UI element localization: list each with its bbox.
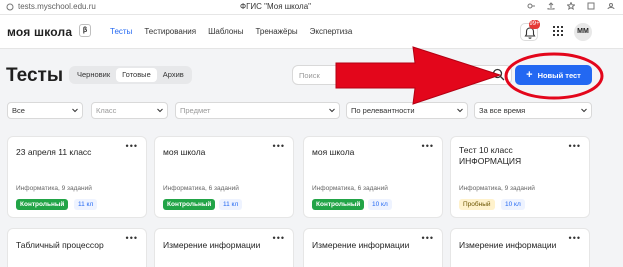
main-nav: Тесты Тестирования Шаблоны Тренажёры Экс…: [110, 27, 352, 36]
grade-badge: 10 кл: [368, 199, 392, 210]
nav-expertise[interactable]: Экспертиза: [310, 27, 353, 36]
logo[interactable]: моя школа: [7, 25, 72, 39]
more-icon[interactable]: •••: [273, 141, 285, 151]
grade-badge: 11 кл: [219, 199, 243, 210]
address-area[interactable]: tests.myschool.edu.ru: [6, 2, 96, 11]
card-title: Измерение информации: [163, 240, 261, 250]
status-segmented-control: Черновик Готовые Архив: [69, 66, 192, 84]
card-title: моя школа: [163, 147, 206, 157]
grade-badge: 11 кл: [74, 199, 98, 210]
filter-period[interactable]: За все время: [474, 102, 592, 119]
filter-all-label: Все: [12, 106, 25, 115]
segment-archive[interactable]: Архив: [157, 68, 190, 82]
profile-icon[interactable]: [607, 2, 615, 10]
test-card[interactable]: моя школа ••• Информатика, 6 заданий Кон…: [154, 136, 294, 218]
more-icon[interactable]: •••: [569, 141, 581, 151]
test-card[interactable]: моя школа ••• Информатика, 6 заданий Кон…: [303, 136, 443, 218]
test-card[interactable]: Измерение информации •••: [303, 228, 443, 267]
chevron-down-icon: [581, 108, 587, 113]
chevron-down-icon: [329, 108, 335, 113]
more-icon[interactable]: •••: [422, 233, 434, 243]
share-icon[interactable]: [547, 2, 555, 10]
filter-subject[interactable]: Предмет: [175, 102, 340, 119]
browser-bar: tests.myschool.edu.ru ФГИС "Моя школа": [0, 0, 623, 15]
app-header: моя школа β Тесты Тестирования Шаблоны Т…: [0, 15, 623, 49]
apps-grid-icon[interactable]: [553, 26, 563, 36]
test-type-badge: Контрольный: [312, 199, 365, 210]
test-card[interactable]: Измерение информации •••: [154, 228, 294, 267]
beta-badge: β: [79, 24, 91, 37]
filter-grade[interactable]: Класс: [91, 102, 168, 119]
more-icon[interactable]: •••: [126, 233, 138, 243]
search-icon[interactable]: [492, 68, 505, 81]
card-title: Табличный процессор: [16, 240, 104, 250]
search-placeholder: Поиск: [299, 71, 320, 80]
card-title: Тест 10 класс ИНФОРМАЦИЯ: [459, 145, 522, 166]
extensions-icon[interactable]: [587, 2, 595, 10]
test-card[interactable]: Тест 10 класс ИНФОРМАЦИЯ ••• Информатика…: [450, 136, 590, 218]
test-type-badge: Контрольный: [163, 199, 216, 210]
card-title: Измерение информации: [312, 240, 410, 250]
more-icon[interactable]: •••: [569, 233, 581, 243]
test-card[interactable]: Табличный процессор •••: [7, 228, 147, 267]
new-test-button[interactable]: + Новый тест: [515, 65, 592, 85]
avatar[interactable]: ММ: [574, 23, 592, 41]
search-input[interactable]: Поиск: [292, 65, 512, 85]
nav-tests[interactable]: Тесты: [110, 27, 132, 36]
site-info-icon[interactable]: [6, 3, 14, 11]
filter-sort-label: По релевантности: [351, 106, 415, 115]
more-icon[interactable]: •••: [422, 141, 434, 151]
tab-title: ФГИС "Моя школа": [240, 2, 311, 11]
browser-actions: [527, 2, 615, 10]
filter-period-label: За все время: [479, 106, 526, 115]
page-title: Тесты: [6, 65, 64, 86]
card-title: Измерение информации: [459, 240, 557, 250]
nav-trainers[interactable]: Тренажёры: [255, 27, 297, 36]
card-subtitle: Информатика, 6 заданий: [163, 185, 239, 192]
filter-sort[interactable]: По релевантности: [346, 102, 468, 119]
new-test-label: Новый тест: [537, 71, 581, 80]
address-url[interactable]: tests.myschool.edu.ru: [18, 2, 96, 11]
more-icon[interactable]: •••: [273, 233, 285, 243]
filter-subject-label: Предмет: [180, 106, 211, 115]
chevron-down-icon: [457, 108, 463, 113]
segment-ready[interactable]: Готовые: [116, 68, 157, 82]
nav-testing[interactable]: Тестирования: [144, 27, 196, 36]
test-type-badge: Пробный: [459, 199, 495, 210]
card-subtitle: Информатика, 9 заданий: [459, 185, 535, 192]
notifications-count: 99+: [529, 20, 540, 29]
card-subtitle: Информатика, 9 заданий: [16, 185, 92, 192]
filter-grade-label: Класс: [96, 106, 117, 115]
card-subtitle: Информатика, 6 заданий: [312, 185, 388, 192]
bookmark-star-icon[interactable]: [567, 2, 575, 10]
card-title: моя школа: [312, 147, 355, 157]
key-icon[interactable]: [527, 2, 535, 10]
more-icon[interactable]: •••: [126, 141, 138, 151]
test-card[interactable]: Измерение информации •••: [450, 228, 590, 267]
test-type-badge: Контрольный: [16, 199, 69, 210]
nav-templates[interactable]: Шаблоны: [208, 27, 243, 36]
plus-icon: +: [526, 69, 533, 81]
filter-all[interactable]: Все: [7, 102, 83, 119]
grade-badge: 10 кл: [501, 199, 525, 210]
segment-draft[interactable]: Черновик: [71, 68, 116, 82]
test-card[interactable]: 23 апреля 11 класс ••• Информатика, 9 за…: [7, 136, 147, 218]
chevron-down-icon: [157, 108, 163, 113]
card-title: 23 апреля 11 класс: [16, 147, 92, 157]
chevron-down-icon: [72, 108, 78, 113]
